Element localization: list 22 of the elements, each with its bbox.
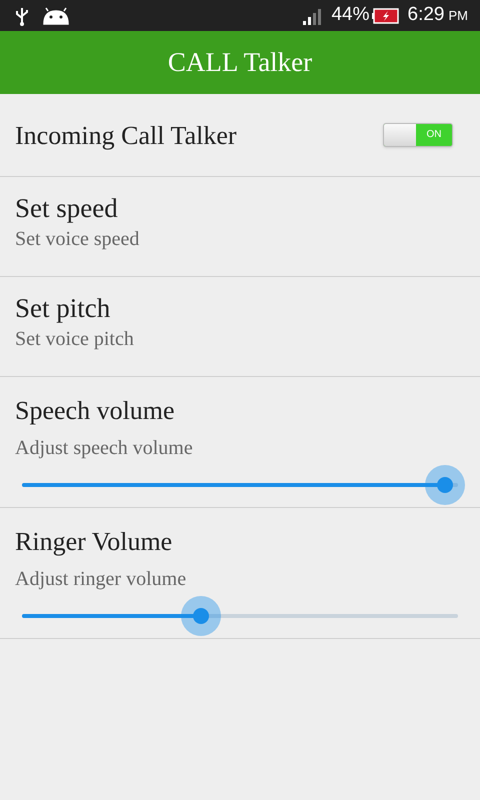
setting-subtitle: Adjust ringer volume [15,567,188,592]
battery-icon [372,6,400,24]
clock-ampm: PM [448,6,468,25]
setting-title: Speech volume [15,395,176,427]
usb-icon [14,6,30,26]
setting-subtitle: Set voice pitch [15,326,135,352]
setting-title: Set speed [15,192,119,224]
setting-row[interactable]: Set speed Set voice speed [0,177,480,277]
setting-subtitle: Set voice speed [15,226,140,252]
slider-thumb[interactable] [180,596,221,636]
setting-title: Ringer Volume [15,526,174,558]
setting-subtitle: Adjust speech volume [15,436,194,461]
slider-thumb[interactable] [424,465,465,505]
toggle-label: ON [426,128,442,142]
setting-title: Set pitch [15,292,112,324]
setting-title: Incoming Call Talker [15,120,238,152]
robot-icon [42,6,70,24]
battery-percent: 44% [331,3,370,28]
app-title: CALL Talker [168,46,312,80]
setting-row[interactable]: Set pitch Set voice pitch [0,277,480,377]
clock: 6:29 [408,3,444,28]
setting-row[interactable]: Incoming Call Talker ON [0,94,480,177]
